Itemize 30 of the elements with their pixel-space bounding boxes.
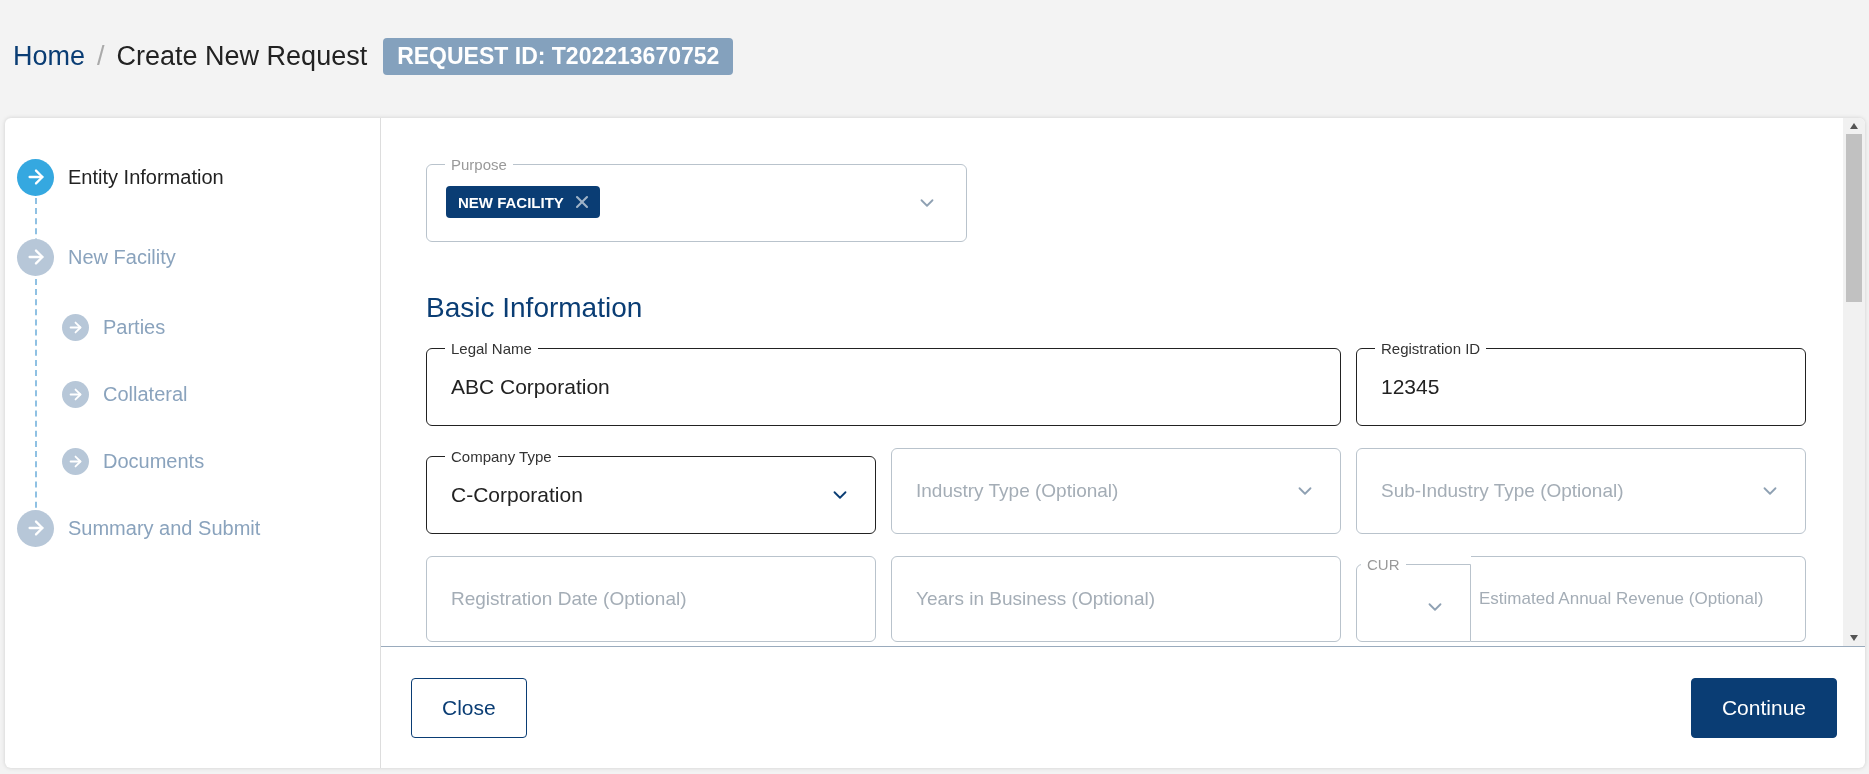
request-id-badge: REQUEST ID: T202213670752 <box>383 37 734 75</box>
text-field[interactable]: Legal Name ABC Corporation <box>426 340 1341 426</box>
scroll-down-icon[interactable] <box>1850 635 1858 641</box>
step-link[interactable]: Collateral <box>103 383 188 406</box>
field-label: Registration ID <box>1380 340 1482 357</box>
dropdown-field[interactable]: Industry Type (Optional) <box>891 448 1341 534</box>
step-link[interactable]: Documents <box>103 450 205 473</box>
scroll-up-icon[interactable] <box>1850 123 1858 129</box>
field-label: Purpose <box>450 156 508 173</box>
field-label: CUR <box>1366 556 1401 573</box>
text-field[interactable]: Years in Business (Optional) <box>891 556 1341 642</box>
step-link[interactable]: Entity Information <box>68 165 224 189</box>
purpose-tag: NEW FACILITY <box>446 186 600 218</box>
field-label: Legal Name <box>450 340 533 357</box>
step-link[interactable]: Summary and Submit <box>68 516 261 540</box>
continue-button[interactable]: Continue <box>1690 677 1837 738</box>
breadcrumb-link[interactable]: Home <box>13 40 86 72</box>
step-link[interactable]: New Facility <box>68 245 176 269</box>
scrollbar[interactable] <box>1843 118 1865 646</box>
step-link[interactable]: Parties <box>103 316 166 339</box>
breadcrumb-separator: / <box>97 40 105 72</box>
text-field[interactable]: Registration ID 12345 <box>1356 340 1806 426</box>
text-field[interactable]: Registration Date (Optional) <box>426 556 876 642</box>
scrollbar-thumb[interactable] <box>1846 134 1862 302</box>
current-page-label: Create New Request <box>116 40 368 72</box>
text-field[interactable]: Estimated Annual Revenue (Optional) <box>1471 556 1806 642</box>
field-label: Company Type <box>450 448 553 465</box>
dropdown-field[interactable]: Sub-Industry Type (Optional) <box>1356 448 1806 534</box>
close-button[interactable]: Close <box>411 677 527 738</box>
section-title: Basic Information <box>426 292 644 324</box>
